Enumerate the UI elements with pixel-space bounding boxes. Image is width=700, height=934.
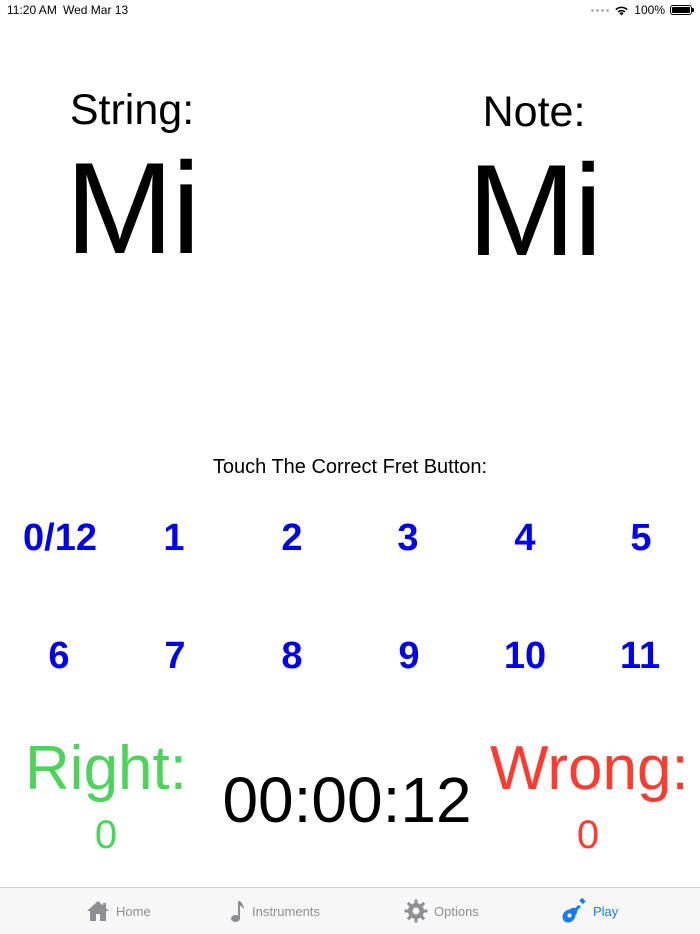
string-title: String: <box>69 86 195 134</box>
tab-play-label: Play <box>593 903 619 919</box>
fret-button-1[interactable]: 1 <box>134 510 214 566</box>
note-section: Note: Mi <box>434 88 634 280</box>
tab-options-label: Options <box>434 903 479 919</box>
fret-button-3[interactable]: 3 <box>368 510 448 566</box>
right-count: 0 <box>94 813 118 857</box>
battery-percent: 100% <box>634 3 665 17</box>
status-right: 100% <box>591 0 694 20</box>
fret-button-0-12[interactable]: 0/12 <box>10 510 110 566</box>
battery-icon <box>670 5 694 15</box>
fret-button-9[interactable]: 9 <box>369 628 449 684</box>
wrong-count: 0 <box>576 813 600 857</box>
tab-bar: Home Instruments Options Play <box>0 887 700 934</box>
note-value: Mi <box>467 137 602 283</box>
status-time: 11:20 AM <box>7 3 57 17</box>
status-bar: 11:20 AM Wed Mar 13 100% <box>0 0 700 20</box>
note-title: Note: <box>482 88 586 136</box>
tab-instruments[interactable]: Instruments <box>230 888 320 934</box>
home-icon <box>87 901 109 921</box>
right-label: Right: <box>25 734 187 803</box>
fret-button-2[interactable]: 2 <box>252 510 332 566</box>
fret-button-6[interactable]: 6 <box>19 628 99 684</box>
cellular-signal-icon <box>591 8 610 12</box>
fret-button-5[interactable]: 5 <box>601 510 681 566</box>
fret-button-8[interactable]: 8 <box>252 628 332 684</box>
tab-home-label: Home <box>116 903 151 919</box>
string-section: String: Mi <box>32 86 232 278</box>
fret-button-11[interactable]: 11 <box>595 628 685 684</box>
status-date: Wed Mar 13 <box>63 3 129 17</box>
tab-home[interactable]: Home <box>86 888 151 934</box>
tab-play[interactable]: Play <box>561 888 618 934</box>
string-value: Mi <box>65 135 200 281</box>
fret-button-7[interactable]: 7 <box>135 628 215 684</box>
timer: 00:00:12 <box>222 764 472 836</box>
wrong-label: Wrong: <box>490 734 689 803</box>
fret-button-4[interactable]: 4 <box>485 510 565 566</box>
tab-instruments-label: Instruments <box>252 903 320 919</box>
guitar-icon <box>562 898 586 923</box>
tab-options[interactable]: Options <box>404 888 479 934</box>
fret-button-10[interactable]: 10 <box>480 628 570 684</box>
gear-icon <box>404 899 428 923</box>
instruction-text: Touch The Correct Fret Button: <box>212 456 488 478</box>
music-note-icon <box>231 901 244 922</box>
wifi-icon <box>615 6 628 15</box>
